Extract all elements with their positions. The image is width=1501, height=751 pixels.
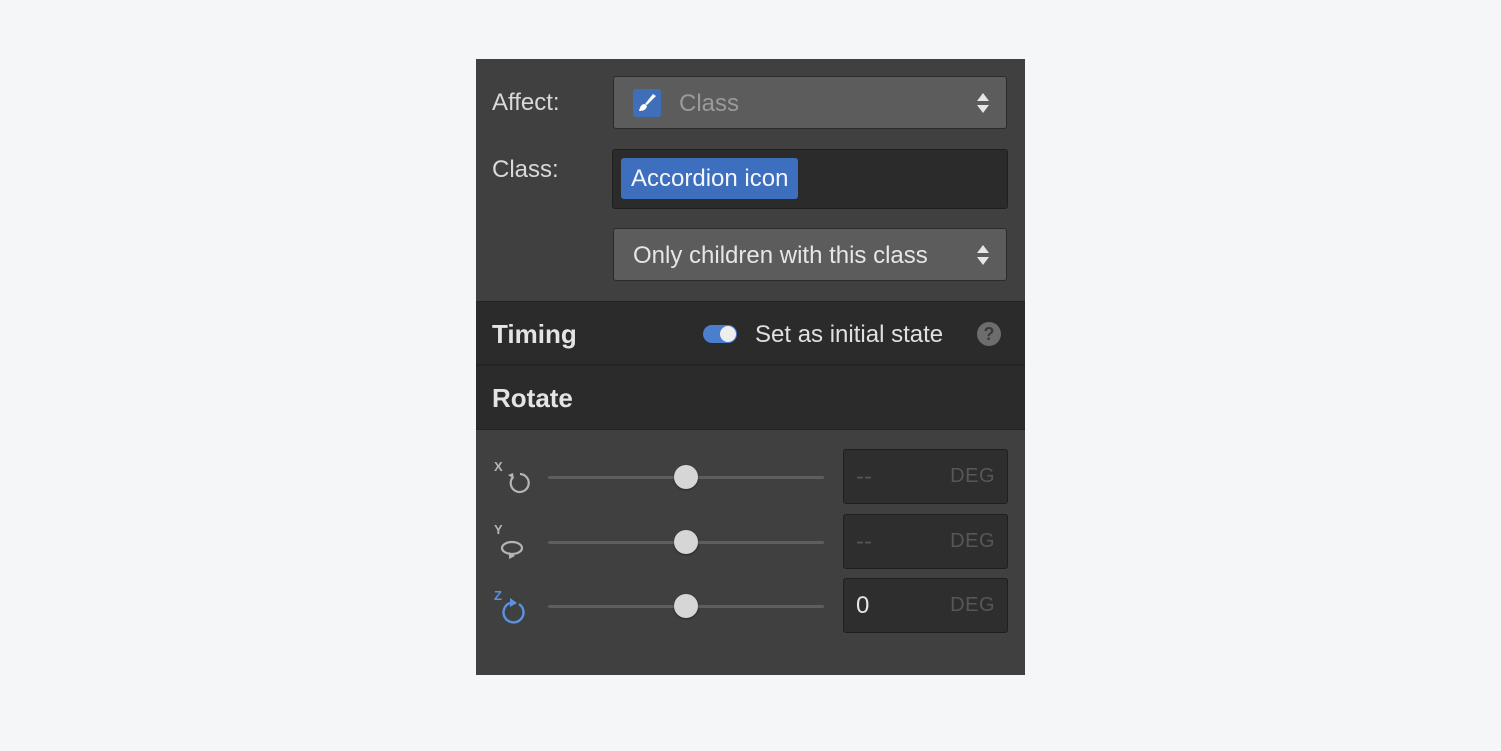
rotate-z-axis-letter: Z: [494, 588, 502, 603]
rotate-y-axis-letter: Y: [494, 522, 503, 537]
rotate-z-row: Z 0 DEG: [476, 578, 1025, 634]
rotate-x-input[interactable]: -- DEG: [843, 449, 1008, 504]
class-selector-field[interactable]: Accordion icon: [612, 149, 1008, 209]
rotate-x-icon: X: [492, 457, 532, 501]
class-label: Class:: [492, 156, 559, 183]
rotate-x-value: --: [856, 463, 872, 490]
rotate-z-unit: DEG: [950, 594, 995, 616]
rotate-y-value: --: [856, 528, 872, 555]
rotate-x-row: X -- DEG: [476, 449, 1025, 505]
affect-label: Affect:: [492, 89, 560, 116]
scope-select[interactable]: Only children with this class: [613, 228, 1007, 281]
timing-title: Timing: [492, 319, 577, 349]
affect-select[interactable]: Class: [613, 76, 1007, 129]
rotate-z-slider-thumb[interactable]: [674, 594, 698, 618]
class-chip[interactable]: Accordion icon: [621, 158, 799, 199]
rotate-y-icon: Y: [492, 520, 532, 564]
select-arrows-icon: [976, 244, 990, 266]
animation-settings-panel: Affect: Class Class: Accordion icon Only…: [476, 59, 1025, 675]
rotate-title: Rotate: [492, 383, 573, 413]
brush-icon: [633, 89, 661, 117]
initial-state-toggle[interactable]: [703, 325, 737, 343]
affect-value: Class: [679, 90, 740, 117]
rotate-section: Rotate: [476, 365, 1025, 430]
rotate-y-unit: DEG: [950, 530, 995, 552]
rotate-y-row: Y -- DEG: [476, 514, 1025, 570]
timing-section: Timing Set as initial state ?: [476, 301, 1025, 365]
rotate-z-input[interactable]: 0 DEG: [843, 578, 1008, 633]
initial-state-label: Set as initial state: [755, 321, 944, 348]
rotate-x-unit: DEG: [950, 465, 995, 487]
rotate-y-slider-thumb[interactable]: [674, 530, 698, 554]
rotate-z-icon: Z: [492, 586, 532, 630]
rotate-z-value: 0: [856, 592, 870, 619]
scope-value: Only children with this class: [633, 242, 928, 269]
help-icon[interactable]: ?: [977, 322, 1001, 346]
toggle-knob: [720, 326, 736, 342]
rotate-x-slider-thumb[interactable]: [674, 465, 698, 489]
rotate-y-input[interactable]: -- DEG: [843, 514, 1008, 569]
select-arrows-icon: [976, 92, 990, 114]
rotate-x-axis-letter: X: [494, 459, 503, 474]
